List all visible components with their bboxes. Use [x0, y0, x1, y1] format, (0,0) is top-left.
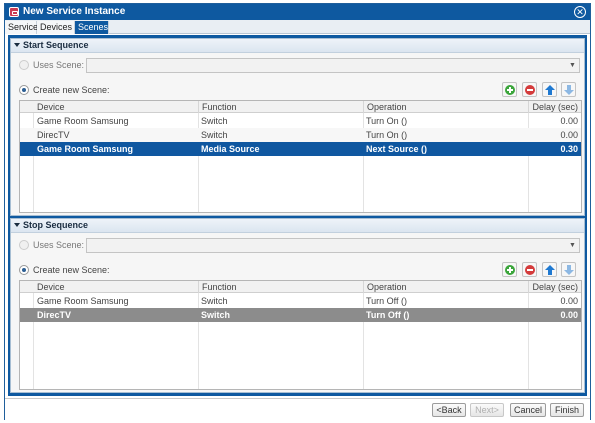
- add-icon: [505, 85, 515, 95]
- tab-service[interactable]: Service: [5, 21, 38, 34]
- start-move-up-button[interactable]: [542, 82, 557, 97]
- stop-scene-table: Device Function Operation Delay (sec) Ga…: [19, 280, 582, 390]
- stop-create-new-option[interactable]: Create new Scene:: [19, 263, 110, 277]
- column-header-device[interactable]: Device: [34, 101, 198, 113]
- tab-bar: Service Devices Scenes: [5, 20, 590, 34]
- column-header-operation[interactable]: Operation: [363, 101, 528, 113]
- cell-device: Game Room Samsung: [37, 116, 129, 126]
- stop-uses-scene-option[interactable]: Uses Scene:: [19, 238, 84, 252]
- start-uses-scene-option[interactable]: Uses Scene:: [19, 58, 84, 72]
- start-move-down-button[interactable]: [561, 82, 576, 97]
- column-header-operation[interactable]: Operation: [363, 281, 528, 293]
- arrow-down-icon: [564, 265, 574, 275]
- back-button[interactable]: <Back: [432, 403, 466, 417]
- stop-sequence-header[interactable]: Stop Sequence: [11, 219, 584, 233]
- cell-function: Switch: [201, 296, 228, 306]
- start-create-new-radio[interactable]: [19, 84, 29, 95]
- stop-add-button[interactable]: [502, 262, 517, 277]
- start-create-new-label: Create new Scene:: [33, 85, 110, 95]
- start-scene-toolbar: [502, 82, 582, 97]
- stop-move-up-button[interactable]: [542, 262, 557, 277]
- cell-delay[interactable]: 0.00: [528, 308, 581, 322]
- cell-delay[interactable]: 0.00: [528, 294, 581, 308]
- stop-create-new-radio[interactable]: [19, 264, 29, 275]
- app-icon: [9, 7, 19, 17]
- table-row[interactable]: Game Room Samsung Switch Turn On () 0.00: [20, 114, 581, 128]
- start-add-button[interactable]: [502, 82, 517, 97]
- tab-devices[interactable]: Devices: [37, 21, 75, 34]
- table-row-selected[interactable]: Game Room Samsung Media Source Next Sour…: [20, 142, 581, 156]
- stop-uses-scene-radio[interactable]: [19, 239, 29, 250]
- cell-device: DirecTV: [37, 130, 70, 140]
- start-create-new-option[interactable]: Create new Scene:: [19, 83, 110, 97]
- chevron-down-icon[interactable]: ▼: [568, 61, 577, 70]
- arrow-up-icon: [545, 265, 555, 275]
- table-row-selected[interactable]: DirecTV Switch Turn Off () 0.00: [20, 308, 581, 322]
- start-uses-scene-label: Uses Scene:: [33, 60, 85, 70]
- stop-sequence-title: Stop Sequence: [23, 220, 89, 230]
- close-icon[interactable]: ✕: [574, 6, 586, 18]
- start-table-header: Device Function Operation Delay (sec): [20, 101, 581, 113]
- cell-operation: Turn On (): [366, 130, 408, 140]
- stop-remove-button[interactable]: [522, 262, 537, 277]
- add-icon: [505, 265, 515, 275]
- stop-table-header: Device Function Operation Delay (sec): [20, 281, 581, 293]
- stop-move-down-button[interactable]: [561, 262, 576, 277]
- cell-operation: Turn Off (): [366, 310, 410, 320]
- cell-delay[interactable]: 0.00: [528, 114, 581, 128]
- stop-create-new-label: Create new Scene:: [33, 265, 110, 275]
- cell-operation: Turn On (): [366, 116, 408, 126]
- cell-function: Media Source: [201, 144, 260, 154]
- remove-icon: [525, 265, 535, 275]
- start-uses-scene-radio[interactable]: [19, 59, 29, 70]
- column-header-delay[interactable]: Delay (sec): [528, 281, 581, 293]
- arrow-up-icon: [545, 85, 555, 95]
- next-button[interactable]: Next>: [470, 403, 504, 417]
- cell-device: Game Room Samsung: [37, 296, 129, 306]
- footer-bar: <Back Next> Cancel Finish: [5, 398, 590, 420]
- cell-operation: Turn Off (): [366, 296, 408, 306]
- tab-scenes[interactable]: Scenes: [75, 21, 109, 34]
- stop-uses-scene-label: Uses Scene:: [33, 240, 85, 250]
- start-sequence-title: Start Sequence: [23, 40, 89, 50]
- table-row[interactable]: DirecTV Switch Turn On () 0.00: [20, 128, 581, 142]
- collapse-caret-icon: [14, 42, 20, 47]
- collapse-caret-icon: [14, 222, 20, 227]
- cell-device: Game Room Samsung: [37, 144, 134, 154]
- column-header-delay[interactable]: Delay (sec): [528, 101, 581, 113]
- content-area: Start Sequence Uses Scene: ▼ Create new …: [8, 35, 587, 396]
- column-header-function[interactable]: Function: [198, 101, 363, 113]
- column-header-function[interactable]: Function: [198, 281, 363, 293]
- cell-operation: Next Source (): [366, 144, 428, 154]
- arrow-down-icon: [564, 85, 574, 95]
- start-sequence-section: Start Sequence Uses Scene: ▼ Create new …: [10, 38, 585, 216]
- cell-function: Switch: [201, 116, 228, 126]
- start-scene-table: Device Function Operation Delay (sec) Ga…: [19, 100, 582, 213]
- column-header-device[interactable]: Device: [34, 281, 198, 293]
- cell-delay[interactable]: 0.00: [528, 128, 581, 142]
- stop-sequence-section: Stop Sequence Uses Scene: ▼ Create new S…: [10, 218, 585, 393]
- cancel-button[interactable]: Cancel: [510, 403, 546, 417]
- table-row[interactable]: Game Room Samsung Switch Turn Off () 0.0…: [20, 294, 581, 308]
- cell-delay[interactable]: 0.30: [528, 142, 581, 156]
- finish-button[interactable]: Finish: [550, 403, 584, 417]
- start-remove-button[interactable]: [522, 82, 537, 97]
- chevron-down-icon[interactable]: ▼: [568, 241, 577, 250]
- cell-function: Switch: [201, 310, 231, 320]
- window-title: New Service Instance: [23, 6, 126, 17]
- dialog-window: New Service Instance ✕ Service Devices S…: [4, 3, 591, 420]
- stop-scene-toolbar: [502, 262, 582, 277]
- cell-function: Switch: [201, 130, 228, 140]
- title-bar: New Service Instance ✕: [5, 4, 590, 20]
- start-sequence-header[interactable]: Start Sequence: [11, 39, 584, 53]
- start-uses-scene-select[interactable]: ▼: [86, 58, 580, 73]
- cell-device: DirecTV: [37, 310, 72, 320]
- remove-icon: [525, 85, 535, 95]
- stop-uses-scene-select[interactable]: ▼: [86, 238, 580, 253]
